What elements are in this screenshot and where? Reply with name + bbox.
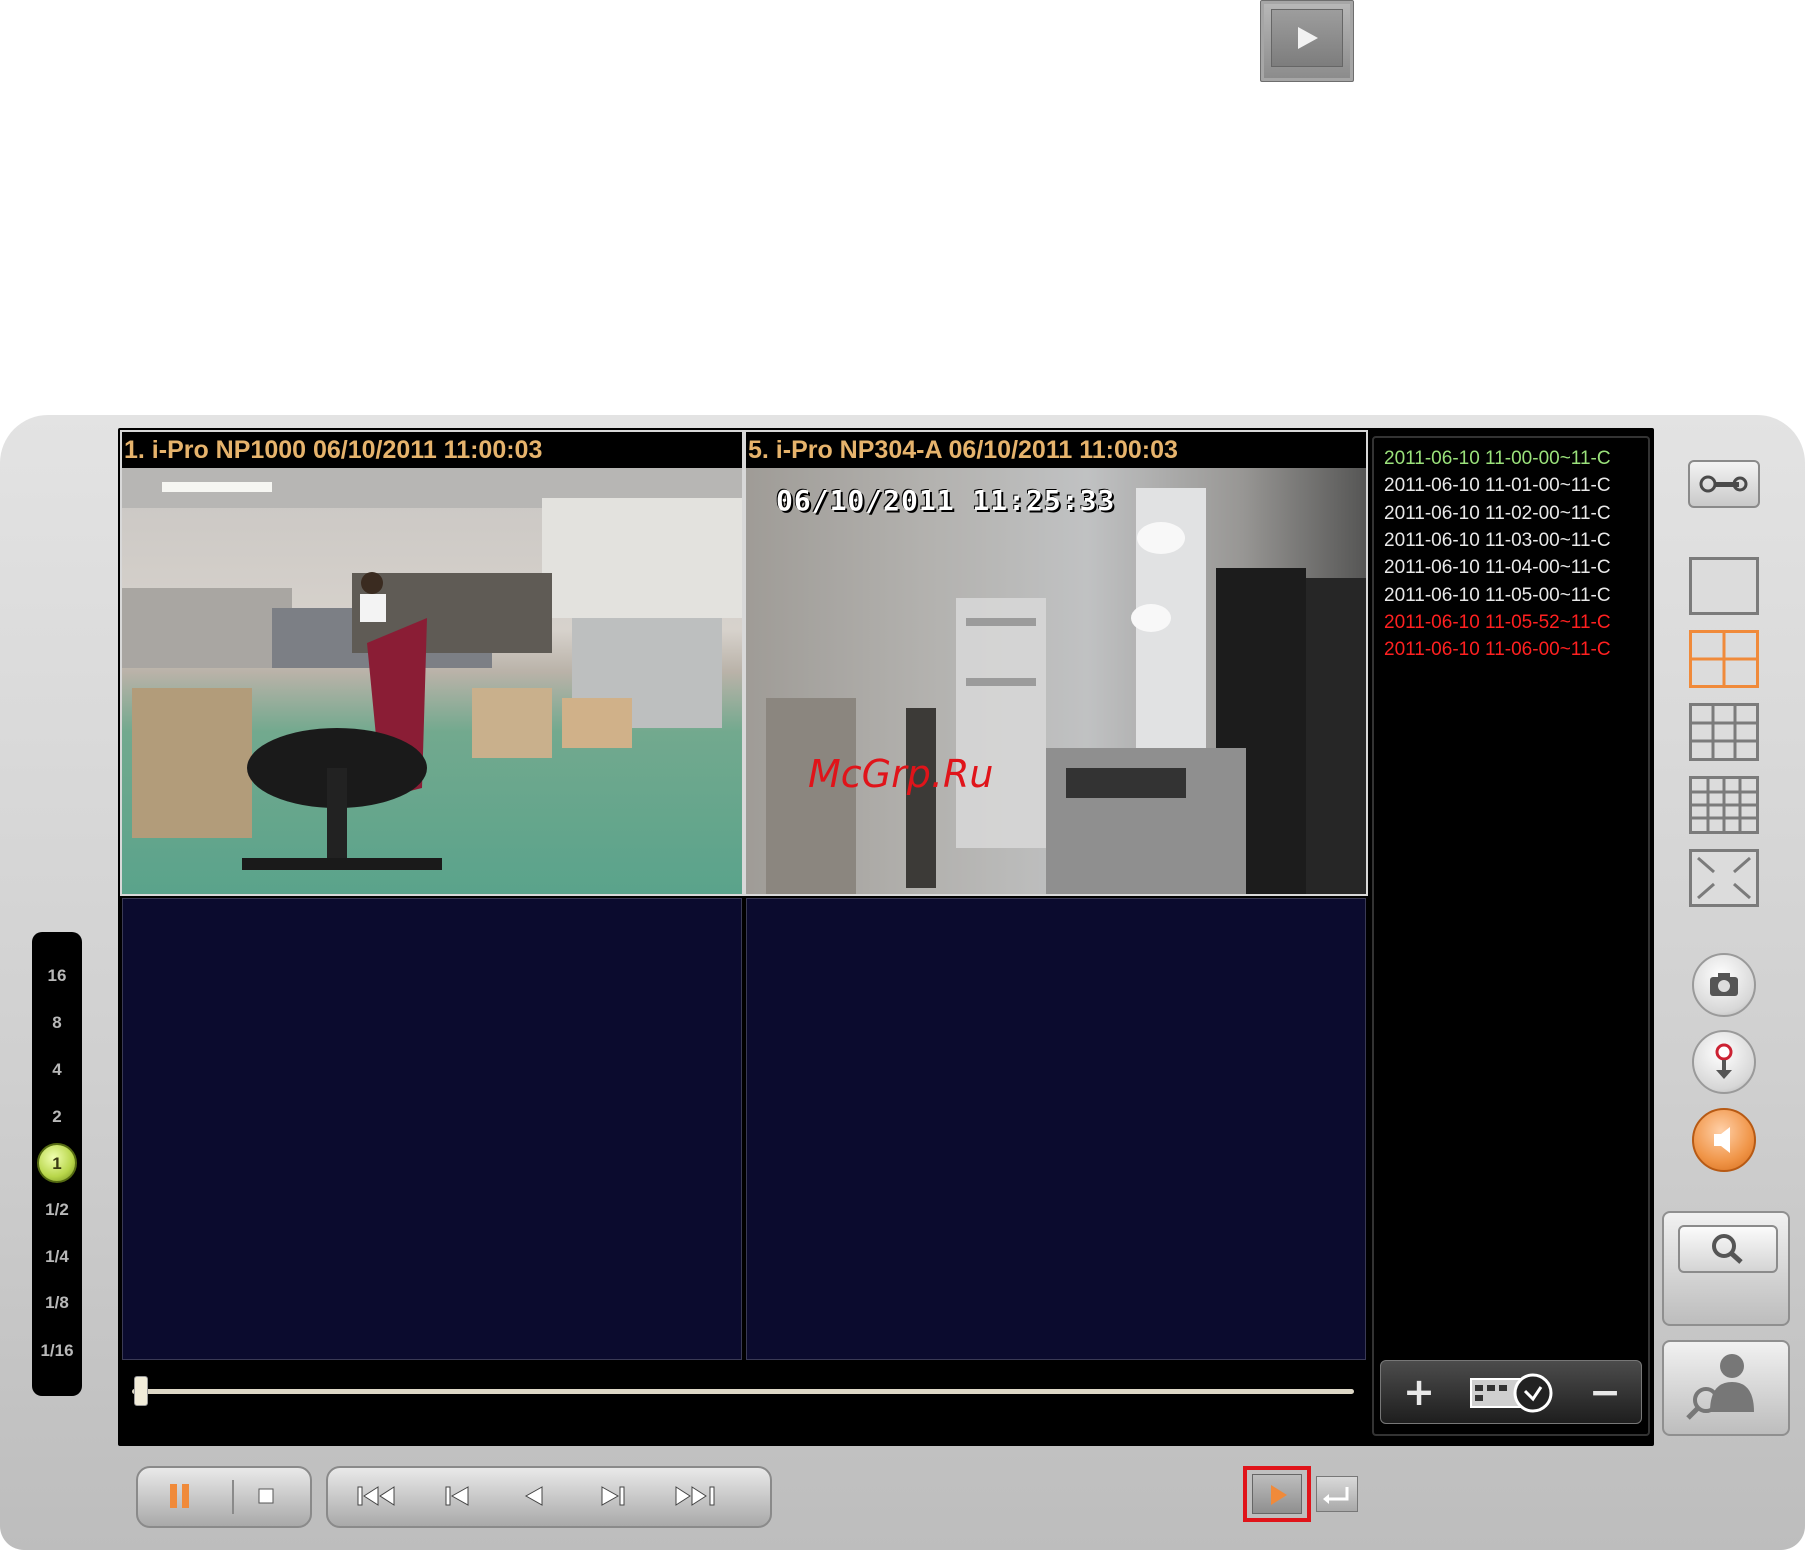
reverse-play-icon bbox=[524, 1486, 543, 1506]
layout-1-icon bbox=[1692, 560, 1756, 612]
layout-1-button[interactable] bbox=[1689, 557, 1759, 615]
person-search-button[interactable] bbox=[1662, 1340, 1790, 1436]
speed-option[interactable]: 1/2 bbox=[32, 1200, 82, 1220]
speed-option[interactable]: 1/4 bbox=[32, 1247, 82, 1267]
skip-first-icon bbox=[357, 1486, 395, 1506]
schedule-clock-button[interactable] bbox=[1467, 1369, 1563, 1415]
play-icon bbox=[1271, 1485, 1287, 1505]
file-list-item[interactable]: 2011-06-10 11-02-00~11-C bbox=[1384, 503, 1646, 525]
file-list-item[interactable]: 2011-06-10 11-01-00~11-C bbox=[1384, 475, 1646, 497]
file-list-item[interactable]: 2011-06-10 11-06-00~11-C bbox=[1384, 639, 1646, 661]
layout-4-icon bbox=[1692, 633, 1756, 685]
file-list-item[interactable]: 2011-06-10 11-05-00~11-C bbox=[1384, 585, 1646, 607]
settings-button[interactable] bbox=[1688, 460, 1760, 508]
layout-16-button[interactable] bbox=[1689, 776, 1759, 834]
step-forward-icon bbox=[601, 1486, 625, 1506]
pause-stop-group bbox=[136, 1466, 312, 1528]
camera-icon bbox=[1710, 973, 1738, 996]
play-selected-button[interactable] bbox=[1252, 1474, 1302, 1514]
file-list-item[interactable]: 2011-06-10 11-05-52~11-C bbox=[1384, 612, 1646, 634]
wrench-icon bbox=[1699, 475, 1748, 493]
magnifier-icon bbox=[1712, 1234, 1743, 1264]
snapshot-button[interactable] bbox=[1692, 953, 1756, 1017]
remove-file-button[interactable]: − bbox=[1581, 1369, 1629, 1415]
skip-first-button[interactable] bbox=[352, 1478, 408, 1514]
skip-last-icon bbox=[675, 1486, 715, 1506]
audio-button[interactable] bbox=[1692, 1108, 1756, 1172]
return-button[interactable] bbox=[1316, 1476, 1358, 1512]
pause-button[interactable] bbox=[160, 1478, 200, 1514]
speed-option[interactable]: 1/8 bbox=[32, 1293, 82, 1313]
fullscreen-button[interactable] bbox=[1689, 849, 1759, 907]
camera-tile-3[interactable] bbox=[122, 898, 742, 1360]
add-file-button[interactable]: + bbox=[1395, 1369, 1443, 1415]
recording-file-list: 2011-06-10 11-00-00~11-C 2011-06-10 11-01… bbox=[1372, 436, 1650, 1436]
speaker-icon bbox=[1714, 1127, 1730, 1153]
playback-progress-thumb[interactable] bbox=[134, 1376, 148, 1406]
camera-tile-1[interactable]: 1. i-Pro NP1000 06/10/2011 11:00:03 bbox=[120, 430, 744, 896]
top-play-button[interactable] bbox=[1260, 0, 1354, 82]
search-panel-button[interactable] bbox=[1662, 1211, 1790, 1326]
record-download-icon bbox=[1715, 1043, 1733, 1079]
file-list-toolbar: + − bbox=[1380, 1360, 1642, 1424]
camera-1-title: 1. i-Pro NP1000 06/10/2011 11:00:03 bbox=[124, 432, 543, 468]
camera-1-video bbox=[122, 468, 742, 894]
speed-option[interactable]: 1 bbox=[32, 1154, 82, 1174]
layout-16-icon bbox=[1692, 779, 1756, 831]
playback-speed-bar: 16 8 4 2 1 1/2 1/4 1/8 1/16 bbox=[32, 932, 82, 1396]
watermark: McGrp.Ru bbox=[808, 752, 994, 796]
speed-option[interactable]: 1/16 bbox=[32, 1341, 82, 1361]
camera-tile-2[interactable]: 06/10/2011 11:25:33 5. i-Pro NP304-A 06/… bbox=[744, 430, 1368, 896]
skip-last-button[interactable] bbox=[668, 1478, 724, 1514]
reverse-play-button[interactable] bbox=[514, 1478, 554, 1514]
step-back-button[interactable] bbox=[438, 1478, 478, 1514]
step-back-icon bbox=[445, 1486, 469, 1506]
speed-option[interactable]: 2 bbox=[32, 1107, 82, 1127]
stop-icon bbox=[258, 1488, 274, 1504]
camera-tile-4[interactable] bbox=[746, 898, 1366, 1360]
person-search-icon bbox=[1686, 1354, 1754, 1420]
layout-9-button[interactable] bbox=[1689, 703, 1759, 761]
record-download-button[interactable] bbox=[1692, 1030, 1756, 1094]
layout-9-icon bbox=[1692, 706, 1756, 758]
file-list-item[interactable]: 2011-06-10 11-04-00~11-C bbox=[1384, 557, 1646, 579]
step-forward-button[interactable] bbox=[592, 1478, 632, 1514]
file-list-item[interactable]: 2011-06-10 11-03-00~11-C bbox=[1384, 530, 1646, 552]
layout-4-button[interactable] bbox=[1689, 630, 1759, 688]
return-icon bbox=[1323, 1487, 1349, 1504]
playback-progress-track[interactable] bbox=[132, 1389, 1354, 1394]
fullscreen-icon bbox=[1697, 856, 1751, 900]
camera-2-osd-timestamp: 06/10/2011 11:25:33 bbox=[776, 484, 1116, 517]
camera-2-title: 5. i-Pro NP304-A 06/10/2011 11:00:03 bbox=[748, 432, 1178, 468]
speed-option[interactable]: 4 bbox=[32, 1060, 82, 1080]
seek-group bbox=[326, 1466, 772, 1528]
speed-option[interactable]: 8 bbox=[32, 1013, 82, 1033]
play-icon bbox=[1298, 27, 1318, 49]
camera-2-video: 06/10/2011 11:25:33 bbox=[746, 468, 1366, 894]
pause-icon bbox=[170, 1484, 189, 1508]
file-list-item[interactable]: 2011-06-10 11-00-00~11-C bbox=[1384, 448, 1646, 470]
speed-option[interactable]: 16 bbox=[32, 966, 82, 986]
calendar-clock-icon bbox=[1470, 1373, 1553, 1413]
stop-button[interactable] bbox=[246, 1478, 286, 1514]
